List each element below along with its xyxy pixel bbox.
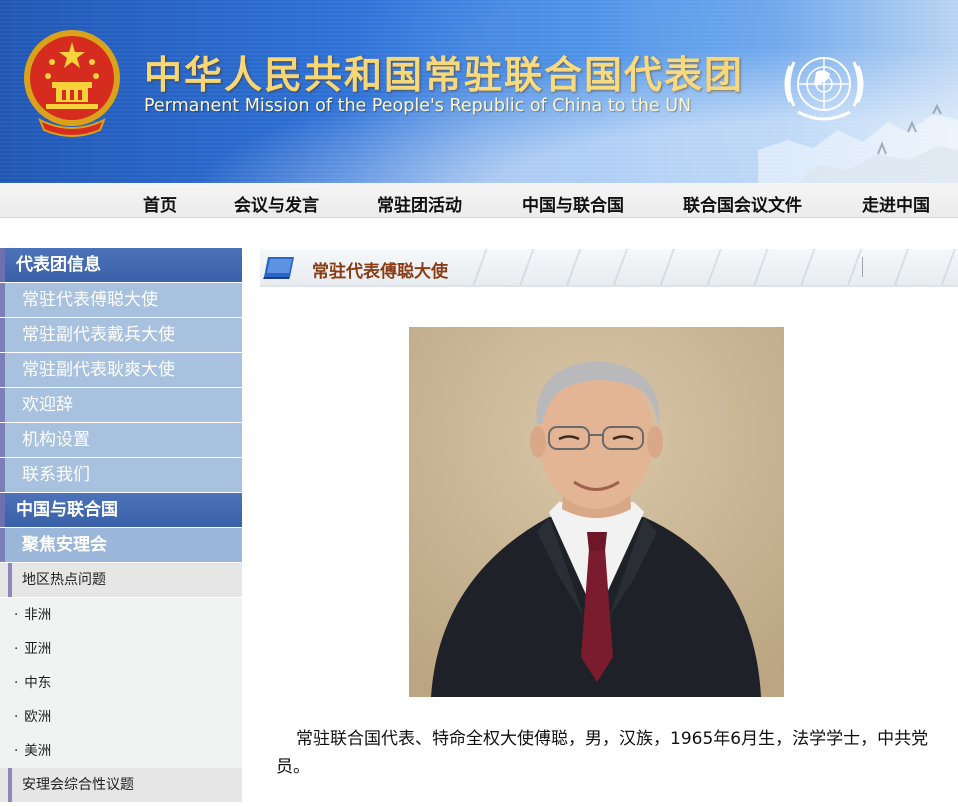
section-header-bar: 常驻代表傅聪大使 [260, 249, 958, 287]
sidebar-sub-regional-hotspots[interactable]: 地区热点问题 [0, 563, 242, 598]
bullet: · [14, 607, 19, 623]
sidebar-region-middle-east[interactable]: · 中东 [0, 666, 242, 700]
nav-china-and-un[interactable]: 中国与联合国 [522, 191, 624, 216]
nav-about-china[interactable]: 走进中国 [862, 191, 930, 216]
great-wall-illustration [758, 103, 958, 183]
biography-text: 常驻联合国代表、特命全权大使傅聪，男，汉族，1965年6月生，法学学士，中共党员… [276, 729, 929, 777]
ambassador-portrait [409, 327, 784, 697]
nav-home[interactable]: 首页 [143, 191, 177, 216]
sidebar-region-asia[interactable]: · 亚洲 [0, 632, 242, 666]
sidebar-item-focus-security-council[interactable]: 聚焦安理会 [0, 528, 242, 563]
nav-meetings-speeches[interactable]: 会议与发言 [234, 191, 319, 216]
sidebar-item-welcome[interactable]: 欢迎辞 [0, 388, 242, 423]
site-title-chinese: 中华人民共和国常驻联合国代表团 [144, 53, 745, 97]
sidebar-item-contact[interactable]: 联系我们 [0, 458, 242, 493]
sidebar-region-africa[interactable]: · 非洲 [0, 598, 242, 632]
sidebar-item-deputy-dai-bing[interactable]: 常驻副代表戴兵大使 [0, 318, 242, 353]
sidebar-section-mission-info[interactable]: 代表团信息 [0, 248, 242, 283]
header-banner: 中华人民共和国常驻联合国代表团 Permanent Mission of the… [0, 0, 958, 183]
main-nav: 首页 会议与发言 常驻团活动 中国与联合国 联合国会议文件 走进中国 [0, 183, 958, 218]
sidebar-item-deputy-geng-shuang[interactable]: 常驻副代表耿爽大使 [0, 353, 242, 388]
sidebar-item-ambassador-fu-cong[interactable]: 常驻代表傅聪大使 [0, 283, 242, 318]
region-label: 非洲 [24, 607, 52, 623]
site-title-english: Permanent Mission of the People's Republ… [144, 96, 692, 116]
bullet: · [14, 743, 19, 759]
region-label: 中东 [24, 675, 52, 691]
sidebar-section-china-and-un[interactable]: 中国与联合国 [0, 493, 242, 528]
bullet: · [14, 709, 19, 725]
bullet: · [14, 641, 19, 657]
sidebar: 代表团信息 常驻代表傅聪大使 常驻副代表戴兵大使 常驻副代表耿爽大使 欢迎辞 机… [0, 248, 242, 803]
national-emblem-icon [24, 30, 120, 137]
header-divider [862, 257, 863, 277]
decorative-stripes [460, 249, 958, 285]
sidebar-region-europe[interactable]: · 欧洲 [0, 700, 242, 734]
region-label: 亚洲 [24, 641, 52, 657]
bullet: · [14, 675, 19, 691]
un-emblem-icon [784, 57, 864, 121]
book-icon [263, 257, 294, 279]
portrait-illustration [409, 327, 784, 697]
nav-mission-activities[interactable]: 常驻团活动 [377, 191, 462, 216]
nav-un-documents[interactable]: 联合国会议文件 [683, 191, 802, 216]
sidebar-item-organization[interactable]: 机构设置 [0, 423, 242, 458]
section-title: 常驻代表傅聪大使 [312, 262, 448, 282]
region-label: 欧洲 [24, 709, 52, 725]
region-label: 美洲 [24, 743, 52, 759]
sidebar-region-americas[interactable]: · 美洲 [0, 734, 242, 768]
sidebar-sub-general-issues[interactable]: 安理会综合性议题 [0, 768, 242, 803]
